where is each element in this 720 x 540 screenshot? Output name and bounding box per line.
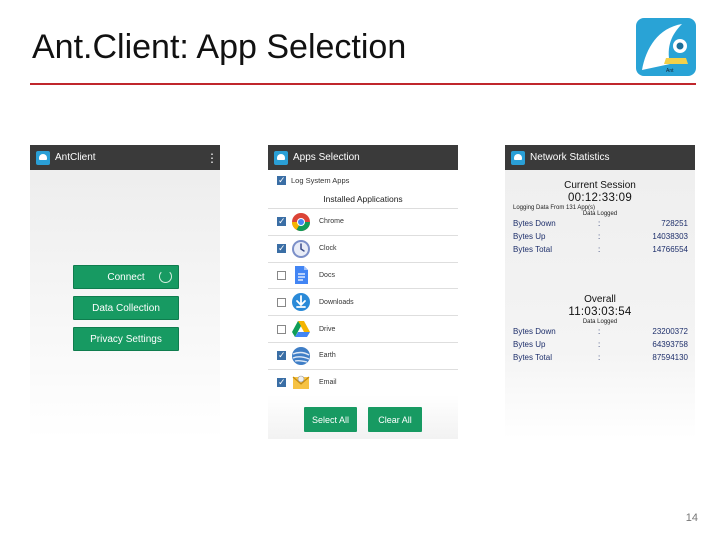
app-row-downloads[interactable]: Downloads [268,289,458,317]
app-row-drive[interactable]: Drive [268,316,458,343]
clear-all-label: Clear All [378,414,412,425]
clear-all-button[interactable]: Clear All [368,407,422,432]
app-bar: AntClient ⋮ [30,145,220,170]
stat-separator: : [598,232,601,241]
phone-apps-selection-screen: Apps Selection Log System Apps Installed… [268,145,458,439]
select-all-button[interactable]: Select All [304,407,357,432]
stat-value: 23200372 [652,327,688,336]
app-row-chrome[interactable]: Chrome [268,209,458,236]
slide-title: Ant.Client: App Selection [32,28,407,66]
connect-button-label: Connect [107,271,145,283]
log-system-apps-row[interactable]: Log System Apps [268,170,458,190]
log-system-apps-label: Log System Apps [291,175,350,185]
current-bytes-total-row: Bytes Total : 14766554 [505,243,695,256]
app-row-clock[interactable]: Clock [268,236,458,263]
app-checkbox[interactable] [277,270,286,280]
app-row-docs[interactable]: Docs [268,263,458,290]
stat-separator: : [598,353,601,362]
installed-applications-heading: Installed Applications [268,190,458,209]
stat-separator: : [598,219,601,228]
stat-label: Bytes Down [513,219,556,228]
log-system-apps-checkbox[interactable] [277,174,286,186]
title-divider [30,83,696,85]
app-name: Earth [319,352,336,360]
stat-separator: : [598,340,601,349]
stat-value: 87594130 [652,353,688,362]
stat-value: 64393758 [652,340,688,349]
stat-label: Bytes Down [513,327,556,336]
app-checkbox[interactable] [277,215,286,227]
privacy-settings-label: Privacy Settings [90,333,162,345]
overflow-menu-icon[interactable]: ⋮ [204,152,220,164]
antclient-app-icon [274,150,288,165]
overall-time: 11:03:03:54 [568,306,632,318]
stat-separator: : [598,245,601,254]
stat-label: Bytes Total [513,245,552,254]
app-checkbox[interactable] [277,349,286,361]
app-bar: Network Statistics [505,145,695,170]
antclient-app-icon [36,150,50,165]
connect-button[interactable]: Connect [73,265,179,289]
stat-label: Bytes Up [513,232,546,241]
app-bar-title: Network Statistics [530,152,610,163]
drive-icon [291,319,311,339]
current-session-time: 00:12:33:09 [567,192,633,204]
clock-icon [291,239,311,259]
app-name: Downloads [319,298,354,306]
stat-value: 14766554 [652,245,688,254]
overall-heading: Overall [584,294,616,305]
downloads-icon [291,292,311,312]
app-bar-title: AntClient [55,152,96,163]
data-collection-button[interactable]: Data Collection [73,296,179,320]
chrome-icon [291,212,311,232]
earth-icon [291,346,311,366]
app-bar-title: Apps Selection [293,152,360,163]
privacy-settings-button[interactable]: Privacy Settings [73,327,179,351]
app-name: Clock [319,245,337,253]
app-row-email[interactable]: Email [268,370,458,396]
slide-page-number: 14 [685,512,698,524]
docs-icon [291,265,311,285]
antclient-app-icon [511,150,525,165]
app-bar: Apps Selection [268,145,458,170]
current-bytes-up-row: Bytes Up : 14038303 [505,230,695,243]
phone-network-statistics-screen: Network Statistics Current Session 00:12… [505,145,695,439]
app-row-earth[interactable]: Earth [268,343,458,370]
app-checkbox[interactable] [277,324,286,334]
app-checkbox[interactable] [277,242,286,254]
phone-antclient-screen: AntClient ⋮ Connect Data Collection Priv… [30,145,220,439]
connection-spinner-icon [159,270,172,283]
overall-bytes-total-row: Bytes Total : 87594130 [505,351,695,364]
app-name: Docs [319,271,335,279]
stat-label: Bytes Total [513,353,552,362]
ant-logo-icon: Ant [636,18,696,76]
app-name: Email [319,379,337,387]
current-bytes-down-row: Bytes Down : 728251 [505,217,695,230]
stat-value: 14038303 [652,232,688,241]
current-session-heading: Current Session [564,180,636,191]
app-name: Chrome [319,218,344,226]
app-name: Drive [319,325,336,333]
overall-bytes-down-row: Bytes Down : 23200372 [505,325,695,338]
stat-value: 728251 [661,219,688,228]
email-icon [291,373,311,393]
overall-bytes-up-row: Bytes Up : 64393758 [505,338,695,351]
app-checkbox[interactable] [277,376,286,388]
logo-text: Ant [666,68,674,74]
data-collection-label: Data Collection [92,302,160,314]
stat-label: Bytes Up [513,340,546,349]
select-all-label: Select All [311,414,350,425]
app-checkbox[interactable] [277,297,286,307]
stat-separator: : [598,327,601,336]
